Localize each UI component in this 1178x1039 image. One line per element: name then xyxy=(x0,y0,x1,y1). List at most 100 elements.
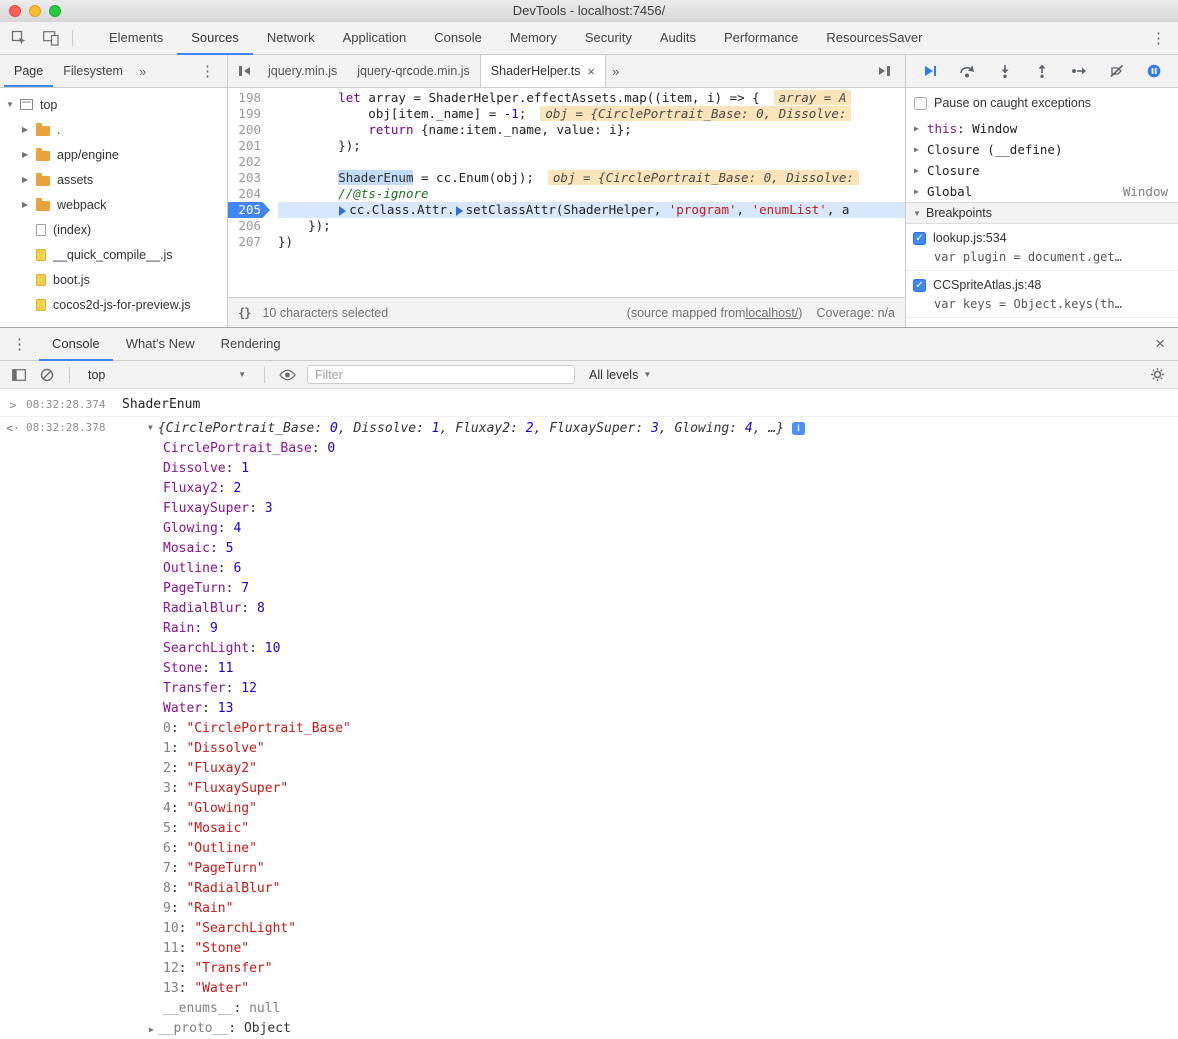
file-tab-jquery-qrcode-min-js[interactable]: jquery-qrcode.min.js xyxy=(347,55,480,87)
breakpoint-entry-ccspriteatlas-js-48[interactable]: CCSpriteAtlas.js:48 var keys = Object.key… xyxy=(906,271,1178,318)
pretty-print-icon[interactable]: {} xyxy=(238,306,251,320)
object-property-row[interactable]: 8: "RadialBlur" xyxy=(0,879,1178,899)
step-icon[interactable] xyxy=(1068,60,1090,82)
object-property-row[interactable]: ▶ __proto__: Object xyxy=(0,1019,1178,1039)
disclosure-icon[interactable]: ▶ xyxy=(914,145,927,154)
toggle-right-sidebar-icon[interactable] xyxy=(871,58,897,84)
navigator-tab-filesystem[interactable]: Filesystem xyxy=(53,55,133,87)
pause-on-caught-checkbox[interactable] xyxy=(914,96,927,110)
line-number[interactable]: 198 xyxy=(228,90,270,106)
console-settings-gear-icon[interactable] xyxy=(1146,364,1168,386)
window-zoom-button[interactable] xyxy=(49,5,61,17)
continue-to-marker-icon[interactable] xyxy=(455,206,463,216)
object-property-row[interactable]: 9: "Rain" xyxy=(0,899,1178,919)
object-property-row[interactable]: 13: "Water" xyxy=(0,979,1178,999)
tree-item-cocos2d-js-for-preview-js[interactable]: cocos2d-js-for-preview.js xyxy=(0,292,227,317)
scope-row-closure[interactable]: ▶ Closure xyxy=(906,160,1178,181)
file-tab-jquery-min-js[interactable]: jquery.min.js xyxy=(258,55,347,87)
step-over-icon[interactable] xyxy=(956,60,978,82)
line-number[interactable]: 201 xyxy=(228,138,270,154)
step-into-icon[interactable] xyxy=(994,60,1016,82)
navigator-tab-page[interactable]: Page xyxy=(4,55,53,87)
object-property-row[interactable]: RadialBlur: 8 xyxy=(0,599,1178,619)
line-number[interactable]: 204 xyxy=(228,186,270,202)
disclosure-icon[interactable]: ▶ xyxy=(914,166,927,175)
object-property-row[interactable]: Glowing: 4 xyxy=(0,519,1178,539)
file-tab-shaderhelper-ts[interactable]: ShaderHelper.ts × xyxy=(479,55,607,87)
pause-on-exceptions-icon[interactable] xyxy=(1143,60,1165,82)
disclosure-icon[interactable]: ▶ xyxy=(22,125,36,134)
object-property-row[interactable]: Rain: 9 xyxy=(0,619,1178,639)
main-tab-memory[interactable]: Memory xyxy=(496,22,571,55)
object-property-row[interactable]: 10: "SearchLight" xyxy=(0,919,1178,939)
log-level-selector[interactable]: All levels ▼ xyxy=(589,368,651,382)
main-tab-audits[interactable]: Audits xyxy=(646,22,710,55)
resume-script-icon[interactable] xyxy=(919,60,941,82)
breakpoints-section-header[interactable]: ▼ Breakpoints xyxy=(906,202,1178,224)
main-tab-performance[interactable]: Performance xyxy=(710,22,812,55)
object-property-row[interactable]: CirclePortrait_Base: 0 xyxy=(0,439,1178,459)
main-tab-console[interactable]: Console xyxy=(420,22,496,55)
collapse-navigator-icon[interactable] xyxy=(232,58,258,84)
object-property-row[interactable]: Transfer: 12 xyxy=(0,679,1178,699)
drawer-tab-rendering[interactable]: Rendering xyxy=(208,328,294,361)
console-sidebar-icon[interactable] xyxy=(8,364,30,386)
main-tab-network[interactable]: Network xyxy=(253,22,329,55)
tree-item-boot-js[interactable]: boot.js xyxy=(0,267,227,292)
main-tab-resourcessaver[interactable]: ResourcesSaver xyxy=(812,22,936,55)
line-number[interactable]: 199 xyxy=(228,106,270,122)
tree-item-top[interactable]: ▼ top xyxy=(0,92,227,117)
drawer-tab-console[interactable]: Console xyxy=(39,328,113,361)
line-number[interactable]: 205 xyxy=(228,202,270,218)
tree-item-app-engine[interactable]: ▶ app/engine xyxy=(0,142,227,167)
source-mapped-link[interactable]: localhost/ xyxy=(745,306,798,320)
object-property-row[interactable]: Fluxay2: 2 xyxy=(0,479,1178,499)
drawer-menu-icon[interactable]: ⋮ xyxy=(0,335,39,353)
object-property-row[interactable]: 5: "Mosaic" xyxy=(0,819,1178,839)
window-minimize-button[interactable] xyxy=(29,5,41,17)
navigator-menu-icon[interactable]: ⋮ xyxy=(188,62,227,80)
inspect-element-icon[interactable] xyxy=(6,25,32,51)
breakpoint-entry-lookup-js-534[interactable]: lookup.js:534 var plugin = document.get… xyxy=(906,224,1178,271)
object-property-row[interactable]: 7: "PageTurn" xyxy=(0,859,1178,879)
scope-row-this[interactable]: ▶ this: Window xyxy=(906,118,1178,139)
disclosure-icon[interactable]: ▶ xyxy=(914,187,927,196)
object-property-row[interactable]: Outline: 6 xyxy=(0,559,1178,579)
deactivate-breakpoints-icon[interactable] xyxy=(1106,60,1128,82)
object-property-row[interactable]: SearchLight: 10 xyxy=(0,639,1178,659)
disclosure-icon[interactable]: ▶ xyxy=(22,150,36,159)
main-tab-security[interactable]: Security xyxy=(571,22,646,55)
tree-item-item[interactable]: ▶. xyxy=(0,117,227,142)
breakpoint-checkbox[interactable] xyxy=(913,278,926,292)
line-number[interactable]: 202 xyxy=(228,154,270,170)
console-filter-input[interactable] xyxy=(307,365,575,384)
step-out-icon[interactable] xyxy=(1031,60,1053,82)
context-selector[interactable]: top ▼ xyxy=(88,368,246,382)
tree-item-webpack[interactable]: ▶ webpack xyxy=(0,192,227,217)
window-close-button[interactable] xyxy=(9,5,21,17)
object-property-row[interactable]: 1: "Dissolve" xyxy=(0,739,1178,759)
main-tab-application[interactable]: Application xyxy=(329,22,421,55)
line-number[interactable]: 206 xyxy=(228,218,270,234)
object-property-row[interactable]: Water: 13 xyxy=(0,699,1178,719)
disclosure-icon[interactable]: ▼ xyxy=(148,423,153,432)
disclosure-icon[interactable]: ▶ xyxy=(22,175,36,184)
live-expression-eye-icon[interactable] xyxy=(276,364,298,386)
drawer-tab-what-s-new[interactable]: What's New xyxy=(113,328,208,361)
object-property-row[interactable]: 6: "Outline" xyxy=(0,839,1178,859)
tree-item-assets[interactable]: ▶ assets xyxy=(0,167,227,192)
disclosure-icon[interactable]: ▶ xyxy=(22,200,36,209)
object-property-row[interactable]: 12: "Transfer" xyxy=(0,959,1178,979)
close-drawer-icon[interactable]: × xyxy=(1142,334,1178,354)
continue-to-marker-icon[interactable] xyxy=(339,206,347,216)
scope-row-closure[interactable]: ▶ Closure (__define) xyxy=(906,139,1178,160)
object-property-row[interactable]: 2: "Fluxay2" xyxy=(0,759,1178,779)
object-property-row[interactable]: Stone: 11 xyxy=(0,659,1178,679)
line-number[interactable]: 203 xyxy=(228,170,270,186)
object-property-row[interactable]: PageTurn: 7 xyxy=(0,579,1178,599)
object-property-row[interactable]: FluxaySuper: 3 xyxy=(0,499,1178,519)
more-editor-tabs-icon[interactable]: » xyxy=(606,64,625,79)
object-property-row[interactable]: 4: "Glowing" xyxy=(0,799,1178,819)
code-area[interactable]: let array = ShaderHelper.effectAssets.ma… xyxy=(270,90,905,297)
object-property-row[interactable]: Dissolve: 1 xyxy=(0,459,1178,479)
